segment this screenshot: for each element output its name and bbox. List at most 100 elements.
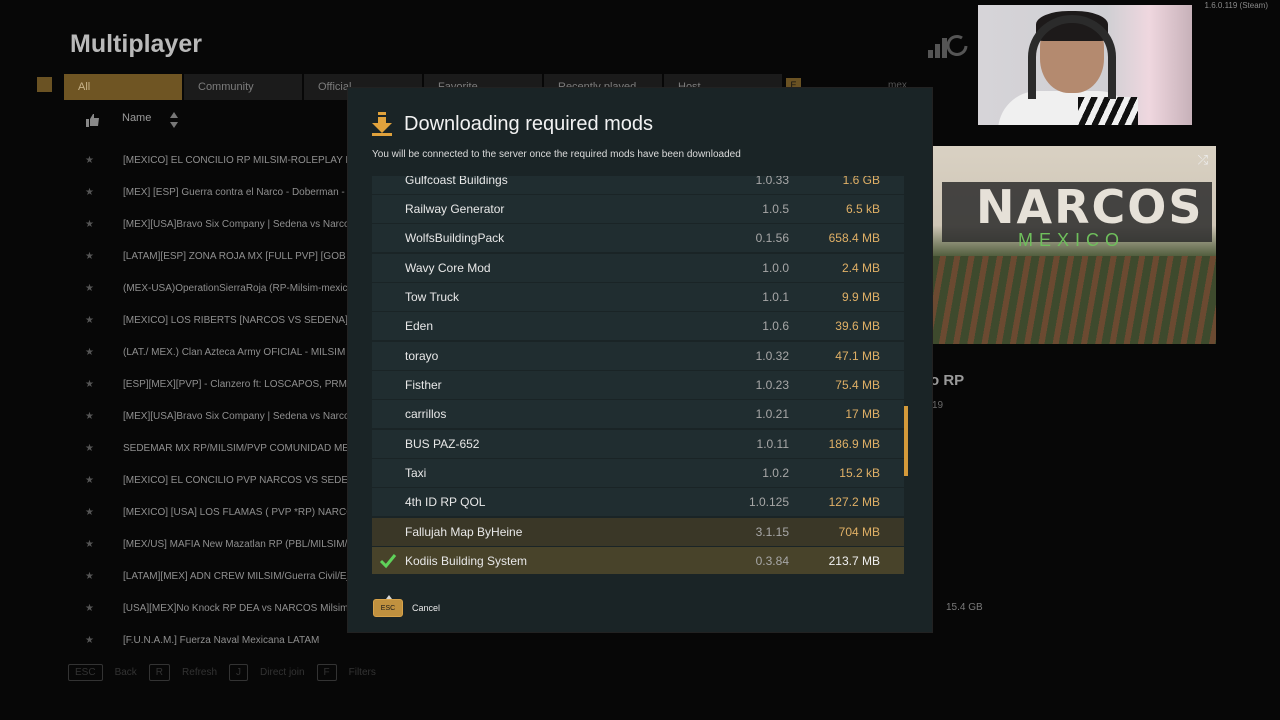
mod-name: torayo [405, 349, 439, 363]
server-row[interactable]: ★ [MEX] [ESP] Guerra contra el Narco - Do… [85, 187, 347, 205]
server-row[interactable]: ★ (LAT./ MEX.) Clan Azteca Army OFICIAL -… [85, 347, 347, 365]
shuffle-icon[interactable]: ⤮ [1198, 152, 1208, 168]
mod-list[interactable]: Gulfcoast Buildings 1.0.33 1.6 GB Railwa… [372, 176, 904, 574]
star-icon[interactable]: ★ [85, 411, 99, 422]
mod-row-downloaded[interactable]: Kodiis Building System 0.3.84 213.7 MB [372, 547, 904, 574]
mod-row[interactable]: Railway Generator 1.0.5 6.5 kB [372, 195, 904, 223]
mod-row[interactable]: 4th ID RP QOL 1.0.125 127.2 MB [372, 488, 904, 516]
server-row[interactable]: ★ [MEXICO] LOS RIBERTS [NARCOS VS SEDENA]… [85, 315, 347, 333]
mod-version: 1.0.11 [756, 437, 789, 451]
signal-icon [928, 35, 968, 58]
mod-size: 39.6 MB [835, 319, 880, 333]
star-icon[interactable]: ★ [85, 443, 99, 454]
server-name: [MEX][USA]Bravo Six Company | Sedena vs … [123, 219, 347, 230]
server-name: [USA][MEX]No Knock RP DEA vs NARCOS Mils… [123, 603, 347, 614]
server-detail-title: o RP [930, 372, 965, 389]
preview-subtitle: MEXICO [1018, 230, 1126, 250]
filter-toggle[interactable] [37, 77, 52, 92]
star-icon[interactable]: ★ [85, 507, 99, 518]
mod-name: Taxi [405, 466, 427, 480]
server-name: [LATAM][ESP] ZONA ROJA MX [FULL PVP] [GO… [123, 251, 347, 262]
mod-row[interactable]: Fisther 1.0.23 75.4 MB [372, 371, 904, 399]
server-row[interactable]: ★ [LATAM][ESP] ZONA ROJA MX [FULL PVP] [G… [85, 251, 347, 269]
star-icon[interactable]: ★ [85, 379, 99, 390]
mod-version: 1.0.23 [755, 378, 789, 392]
mod-size: 9.9 MB [841, 290, 880, 304]
server-name: (LAT./ MEX.) Clan Azteca Army OFICIAL - … [123, 347, 347, 358]
mod-row[interactable]: Wavy Core Mod 1.0.0 2.4 MB [372, 254, 904, 282]
server-mods-size: 15.4 GB [946, 602, 983, 613]
mod-row[interactable]: carrillos 1.0.21 17 MB [372, 400, 904, 428]
server-row[interactable]: ★ [MEXICO] [USA] LOS FLAMAS ( PVP *RP) NA… [85, 507, 347, 525]
mod-name: Tow Truck [405, 290, 460, 304]
direct-join-label: Direct join [260, 667, 305, 678]
tab-all[interactable]: All [64, 74, 182, 100]
direct-join-key[interactable]: J [229, 664, 249, 681]
star-icon[interactable]: ★ [85, 635, 99, 645]
mod-size: 17 MB [845, 407, 880, 421]
sort-icon[interactable] [170, 112, 178, 128]
mod-row[interactable]: WolfsBuildingPack 0.1.56 658.4 MB [372, 224, 904, 252]
server-row[interactable]: ★ [MEX][USA]Bravo Six Company | Sedena vs… [85, 219, 347, 237]
server-row[interactable]: ★ [USA][MEX]No Knock RP DEA vs NARCOS Mil… [85, 603, 347, 621]
star-icon[interactable]: ★ [85, 539, 99, 550]
star-icon[interactable]: ★ [85, 571, 99, 582]
filters-key[interactable]: F [316, 664, 337, 681]
server-row[interactable]: ★ [MEX][USA]Bravo Six Company | Sedena vs… [85, 411, 347, 429]
server-name: [F.U.N.A.M.] Fuerza Naval Mexicana LATAM [123, 635, 320, 645]
mod-version: 3.1.15 [755, 525, 789, 539]
mod-version: 1.0.0 [762, 261, 789, 275]
mod-name: carrillos [405, 407, 447, 421]
server-row[interactable]: ★ [MEX/US] MAFIA New Mazatlan RP (PBL/MIL… [85, 539, 347, 557]
esc-key-button[interactable]: ESC [373, 595, 403, 617]
version-label: 1.6.0.119 (Steam) [1204, 1, 1268, 10]
server-name: [MEX] [ESP] Guerra contra el Narco - Dob… [123, 187, 347, 198]
mod-row[interactable]: Gulfcoast Buildings 1.0.33 1.6 GB [372, 176, 904, 194]
bottom-hotkeys: ESC Back R Refresh J Direct join F Filters [68, 664, 376, 681]
star-icon[interactable]: ★ [85, 475, 99, 486]
mod-version: 0.3.84 [755, 554, 789, 568]
server-row[interactable]: ★ SEDEMAR MX RP/MILSIM/PVP COMUNIDAD MEXI… [85, 443, 347, 461]
server-name: [MEX/US] MAFIA New Mazatlan RP (PBL/MILS… [123, 539, 347, 550]
thumbs-up-icon[interactable] [86, 113, 100, 127]
mod-list-scrollbar[interactable] [904, 406, 908, 476]
mod-row[interactable]: Taxi 1.0.2 15.2 kB [372, 459, 904, 487]
mod-size: 47.1 MB [835, 349, 880, 363]
star-icon[interactable]: ★ [85, 315, 99, 326]
server-name: [MEXICO] LOS RIBERTS [NARCOS VS SEDENA] … [123, 315, 347, 326]
mod-name: Railway Generator [405, 202, 505, 216]
mod-size: 75.4 MB [835, 378, 880, 392]
star-icon[interactable]: ★ [85, 347, 99, 358]
webcam-overlay [978, 5, 1192, 125]
star-icon[interactable]: ★ [85, 187, 99, 198]
server-row[interactable]: ★ (MEX-USA)OperationSierraRoja (RP-Milsim… [85, 283, 347, 301]
refresh-key[interactable]: R [148, 664, 171, 681]
star-icon[interactable]: ★ [85, 219, 99, 230]
tab-community[interactable]: Community [184, 74, 302, 100]
server-row[interactable]: ★ [MEXICO] EL CONCILIO RP MILSIM-ROLEPLAY… [85, 155, 347, 173]
mod-size: 704 MB [838, 525, 880, 539]
back-key[interactable]: ESC [68, 664, 103, 681]
server-row[interactable]: ★ [LATAM][MEX] ADN CREW MILSIM/Guerra Civ… [85, 571, 347, 589]
mod-size: 658.4 MB [828, 231, 880, 245]
mod-version: 1.0.125 [748, 495, 789, 509]
mod-row[interactable]: torayo 1.0.32 47.1 MB [372, 342, 904, 370]
column-header-name[interactable]: Name [122, 112, 151, 124]
mod-row[interactable]: BUS PAZ-652 1.0.11 186.9 MB [372, 430, 904, 458]
star-icon[interactable]: ★ [85, 603, 99, 614]
cancel-button[interactable]: Cancel [412, 603, 440, 613]
download-icon [372, 112, 392, 136]
mod-row[interactable]: Eden 1.0.6 39.6 MB [372, 312, 904, 340]
server-row[interactable]: ★ [MEXICO] EL CONCILIO PVP NARCOS VS SEDE… [85, 475, 347, 493]
star-icon[interactable]: ★ [85, 251, 99, 262]
mod-row-highlighted[interactable]: Fallujah Map ByHeine 3.1.15 704 MB [372, 518, 904, 546]
mod-name: Kodiis Building System [405, 554, 528, 568]
mod-name: WolfsBuildingPack [405, 231, 505, 245]
mod-row[interactable]: Tow Truck 1.0.1 9.9 MB [372, 283, 904, 311]
mod-name: Wavy Core Mod [405, 261, 491, 275]
mod-version: 1.0.32 [755, 349, 789, 363]
server-row[interactable]: ★ [F.U.N.A.M.] Fuerza Naval Mexicana LATA… [85, 635, 347, 645]
server-row[interactable]: ★ [ESP][MEX][PVP] - Clanzero ft: LOSCAPOS… [85, 379, 347, 397]
star-icon[interactable]: ★ [85, 283, 99, 294]
star-icon[interactable]: ★ [85, 155, 99, 166]
